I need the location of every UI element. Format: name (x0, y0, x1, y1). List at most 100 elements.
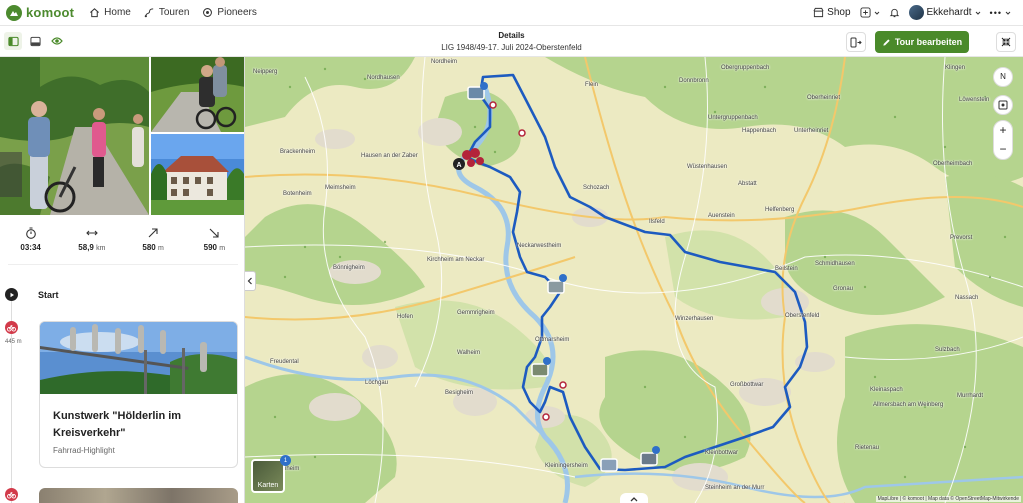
place-label: Schmidhausen (815, 261, 855, 267)
send-to-device-icon (850, 37, 862, 47)
ascent-icon (148, 228, 158, 238)
stat-ascent-value: 580 (142, 243, 156, 252)
place-label: Kleinbottwar (705, 450, 739, 456)
place-label: Oberstenfeld (785, 313, 820, 319)
chevron-up-icon (630, 497, 638, 502)
place-label: Kleinaspach (870, 387, 903, 393)
stat-descent: 590 m (184, 227, 244, 252)
bike-highlight-icon (5, 321, 18, 334)
place-label: Prevorst (950, 235, 973, 241)
compass-button[interactable]: N (993, 67, 1013, 87)
place-label: Obergruppenbach (721, 65, 770, 71)
place-label: Kirchheim am Neckar (427, 257, 485, 263)
place-label: Unterheinriet (794, 128, 829, 134)
zoom-controls: + − (993, 120, 1013, 160)
highlight-category: Fahrrad-Highlight (53, 446, 115, 455)
stat-ascent: 580 m (123, 227, 184, 252)
place-label: Allmersbach am Weinberg (873, 402, 944, 408)
zoom-in-button[interactable]: + (999, 121, 1006, 140)
highlight-photo (40, 322, 237, 394)
route-map[interactable]: A Nordheim Neipperg Nordhausen Brackenhe… (245, 57, 1023, 503)
expand-elevation-button[interactable] (620, 493, 648, 503)
more-menu-button[interactable]: ••• (990, 8, 1011, 18)
segment-distance: 445 m (5, 339, 22, 345)
place-label: Oberheimbach (933, 161, 973, 167)
stopwatch-icon (25, 227, 36, 239)
photo-gallery[interactable] (0, 57, 244, 215)
user-menu[interactable]: Ekkehardt (908, 5, 981, 20)
place-label: Brackenheim (280, 149, 316, 155)
map-layers-label: Karten (257, 482, 279, 489)
avatar (908, 5, 924, 20)
nav-touren[interactable]: Touren (144, 7, 189, 18)
edit-tour-button[interactable]: Tour bearbeiten (875, 31, 969, 53)
map-canvas[interactable]: A (245, 57, 1023, 503)
chevron-down-icon (874, 11, 879, 15)
place-label: Helfenberg (765, 207, 795, 213)
highlight-card[interactable]: Kunstwerk "Hölderlin im Kreisverkehr" Fa… (39, 321, 238, 468)
place-label: Meimsheim (325, 185, 356, 191)
place-label: Klingen (945, 65, 966, 71)
place-label: Untergruppenbach (708, 115, 758, 121)
place-label: Hausen an der Zaber (361, 153, 418, 159)
stat-distance-value: 58,9 (78, 243, 94, 252)
page-title: Details (498, 31, 525, 40)
place-label: Nassach (955, 295, 979, 301)
tour-detail-panel: 03:34 58,9 km 580 m 590 m Start 445 m Ku… (0, 57, 245, 503)
nav-home[interactable]: Home (89, 7, 131, 18)
place-label: Neckarwestheim (517, 243, 562, 249)
nav-pioneers-label: Pioneers (217, 7, 257, 18)
place-label: Winzerhausen (675, 316, 714, 322)
map-layers-badge: 1 (280, 455, 291, 466)
tour-photo-group[interactable] (0, 57, 149, 215)
zoom-out-button[interactable]: − (999, 140, 1006, 159)
place-label: Murrhardt (957, 393, 984, 399)
timeline-start[interactable]: Start (5, 288, 59, 301)
place-label: Oberheinriet (807, 95, 841, 101)
send-to-device-button[interactable] (846, 32, 866, 52)
place-label: Beilstein (775, 266, 798, 272)
fullscreen-button[interactable] (996, 32, 1016, 52)
collapse-panel-button[interactable] (245, 271, 256, 291)
highlight-title: Kunstwerk "Hölderlin im Kreisverkehr" (53, 410, 182, 439)
place-label: Ottmarsheim (535, 337, 570, 343)
tour-photo-cyclists[interactable] (151, 57, 244, 132)
place-label: Nordhausen (367, 75, 400, 81)
notifications-button[interactable] (889, 7, 900, 18)
stat-distance-unit: km (96, 245, 106, 252)
edit-tour-label: Tour bearbeiten (894, 37, 963, 47)
stat-descent-unit: m (219, 245, 226, 252)
place-label: Walheim (457, 350, 481, 356)
tour-header: Details LIG 1948/49-17. Juli 2024-Oberst… (0, 26, 1023, 57)
chevron-down-icon (1005, 11, 1011, 15)
place-label: Gemmrigheim (457, 310, 495, 316)
place-label: Schozach (583, 185, 610, 191)
place-label: Botenheim (283, 191, 312, 197)
place-label: Happenbach (742, 128, 777, 134)
route-icon (144, 8, 154, 18)
map-layers-button[interactable]: Karten (251, 459, 285, 493)
stat-distance: 58,9 km (61, 227, 122, 252)
nav-shop[interactable]: Shop (813, 7, 851, 18)
locate-button[interactable] (993, 95, 1013, 115)
divider (8, 264, 238, 265)
pencil-icon (883, 38, 890, 46)
place-label: Flein (585, 82, 599, 88)
collapse-arrows-icon (1001, 37, 1011, 47)
place-label: Abstatt (738, 181, 757, 187)
place-label: Nordheim (431, 59, 458, 65)
top-navigation: komoot Home Touren Pioneers Shop Ekkehar… (0, 0, 1023, 26)
place-label: Bönnigheim (333, 265, 365, 271)
svg-text:A: A (456, 162, 461, 169)
place-label: Löchgau (365, 380, 389, 386)
tour-photo-building[interactable] (151, 134, 244, 215)
crosshair-icon (998, 100, 1008, 110)
stat-descent-value: 590 (203, 243, 218, 252)
place-label: Sulzbach (935, 347, 960, 353)
stat-ascent-unit: m (158, 245, 164, 252)
nav-pioneers[interactable]: Pioneers (202, 7, 257, 18)
compass-icon: N (1000, 72, 1006, 81)
komoot-logo[interactable]: komoot (6, 4, 74, 21)
create-menu[interactable] (859, 7, 880, 18)
next-highlight-card[interactable] (39, 488, 238, 503)
